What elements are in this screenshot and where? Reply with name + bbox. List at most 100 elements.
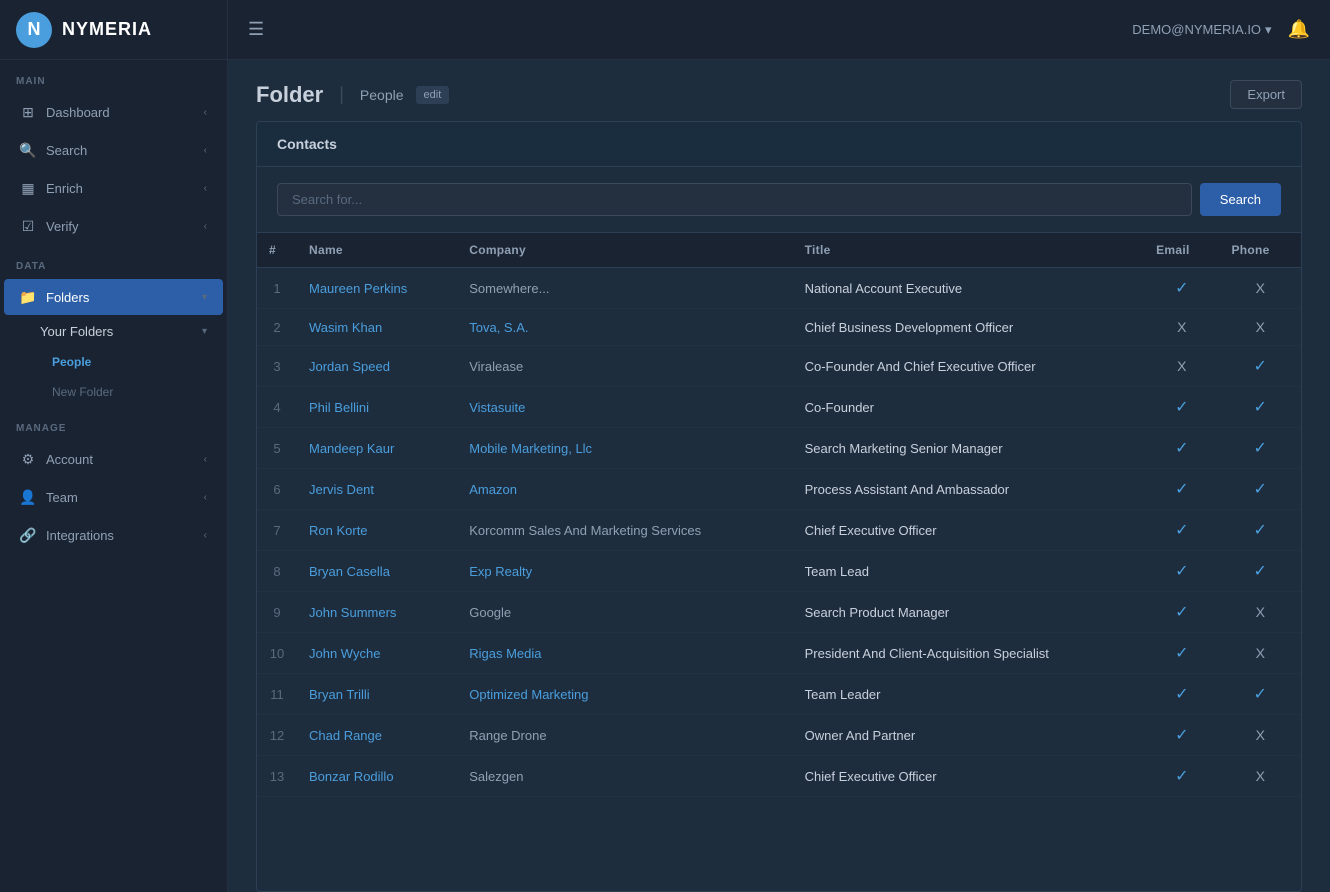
cell-num: 10 xyxy=(257,633,297,674)
person-link[interactable]: Maureen Perkins xyxy=(309,281,407,296)
sidebar-item-enrich[interactable]: ▦ Enrich ‹ xyxy=(4,170,223,206)
user-email-dropdown[interactable]: DEMO@NYMERIA.IO ▾ xyxy=(1132,22,1271,38)
company-link[interactable]: Amazon xyxy=(469,482,517,497)
sidebar-item-search[interactable]: 🔍 Search ‹ xyxy=(4,132,223,168)
sidebar-item-team[interactable]: 👤 Team ‹ xyxy=(4,479,223,515)
user-dropdown-arrow: ▾ xyxy=(1265,22,1272,38)
sidebar: N NYMERIA MAIN ⊞ Dashboard ‹ 🔍 Search ‹ … xyxy=(0,0,228,892)
cell-title: Owner And Partner xyxy=(793,715,1145,756)
search-row: Search xyxy=(257,167,1301,233)
contacts-table: # Name Company Title Email Phone 1 Mauree… xyxy=(257,233,1301,797)
search-input[interactable] xyxy=(277,183,1192,216)
person-link[interactable]: Mandeep Kaur xyxy=(309,441,394,456)
email-check-icon: ✓ xyxy=(1175,768,1188,785)
edit-button[interactable]: edit xyxy=(416,86,450,104)
cell-title: National Account Executive xyxy=(793,268,1145,309)
company-link[interactable]: Rigas Media xyxy=(469,646,541,661)
sidebar-item-integrations[interactable]: 🔗 Integrations ‹ xyxy=(4,517,223,553)
title-text: Chief Executive Officer xyxy=(805,523,937,538)
person-link[interactable]: Bryan Casella xyxy=(309,564,390,579)
sidebar-data-label: DATA xyxy=(0,245,227,278)
table-row: 9John SummersGoogleSearch Product Manage… xyxy=(257,592,1301,633)
contacts-panel: Contacts Search # Name Company Title Ema… xyxy=(256,121,1302,892)
person-link[interactable]: Jordan Speed xyxy=(309,359,390,374)
topbar: ☰ DEMO@NYMERIA.IO ▾ 🔔 xyxy=(228,0,1330,60)
phone-x-icon: X xyxy=(1256,319,1265,335)
email-check-icon: ✓ xyxy=(1175,604,1188,621)
cell-company: Viralease xyxy=(457,346,792,387)
cell-num: 13 xyxy=(257,756,297,797)
enrich-icon: ▦ xyxy=(20,180,36,196)
phone-check-icon: ✓ xyxy=(1254,522,1267,539)
cell-name: Mandeep Kaur xyxy=(297,428,457,469)
email-check-icon: ✓ xyxy=(1175,563,1188,580)
hamburger-menu-button[interactable]: ☰ xyxy=(248,19,264,40)
cell-phone: X xyxy=(1219,309,1301,346)
sidebar-label-search: Search xyxy=(46,143,87,158)
verify-icon: ☑ xyxy=(20,218,36,234)
sidebar-item-folders[interactable]: 📁 Folders ▾ xyxy=(4,279,223,315)
person-link[interactable]: Bryan Trilli xyxy=(309,687,370,702)
page-title: Folder xyxy=(256,82,323,108)
cell-email: X xyxy=(1144,346,1219,387)
cell-phone: ✓ xyxy=(1219,346,1301,387)
cell-num: 1 xyxy=(257,268,297,309)
sidebar-label-enrich: Enrich xyxy=(46,181,83,196)
company-link[interactable]: Vistasuite xyxy=(469,400,525,415)
integrations-icon: 🔗 xyxy=(20,527,36,543)
sidebar-item-your-folders[interactable]: Your Folders ▾ xyxy=(4,317,223,346)
cell-phone: ✓ xyxy=(1219,674,1301,715)
sidebar-item-account[interactable]: ⚙ Account ‹ xyxy=(4,441,223,477)
cell-title: Chief Executive Officer xyxy=(793,510,1145,551)
person-link[interactable]: Phil Bellini xyxy=(309,400,369,415)
company-link[interactable]: Exp Realty xyxy=(469,564,532,579)
account-chevron: ‹ xyxy=(204,454,207,465)
company-text: Google xyxy=(469,605,511,620)
user-email-text: DEMO@NYMERIA.IO xyxy=(1132,22,1261,37)
table-row: 13Bonzar RodilloSalezgenChief Executive … xyxy=(257,756,1301,797)
notification-bell-icon[interactable]: 🔔 xyxy=(1288,19,1310,40)
person-link[interactable]: Ron Korte xyxy=(309,523,368,538)
cell-name: Bonzar Rodillo xyxy=(297,756,457,797)
person-link[interactable]: Jervis Dent xyxy=(309,482,374,497)
table-row: 10John WycheRigas MediaPresident And Cli… xyxy=(257,633,1301,674)
person-link[interactable]: Chad Range xyxy=(309,728,382,743)
cell-phone: X xyxy=(1219,633,1301,674)
email-check-icon: ✓ xyxy=(1175,440,1188,457)
person-link[interactable]: John Wyche xyxy=(309,646,380,661)
verify-chevron: ‹ xyxy=(204,221,207,232)
person-link[interactable]: John Summers xyxy=(309,605,396,620)
table-header-row: # Name Company Title Email Phone xyxy=(257,233,1301,268)
company-link[interactable]: Mobile Marketing, Llc xyxy=(469,441,592,456)
export-button[interactable]: Export xyxy=(1230,80,1302,109)
cell-email: ✓ xyxy=(1144,633,1219,674)
title-text: Co-Founder xyxy=(805,400,874,415)
sidebar-label-people: People xyxy=(52,355,91,369)
sidebar-item-dashboard[interactable]: ⊞ Dashboard ‹ xyxy=(4,94,223,130)
cell-email: ✓ xyxy=(1144,387,1219,428)
email-check-icon: ✓ xyxy=(1175,481,1188,498)
title-text: Chief Business Development Officer xyxy=(805,320,1014,335)
main-content: ☰ DEMO@NYMERIA.IO ▾ 🔔 Folder | People ed… xyxy=(228,0,1330,892)
cell-title: Co-Founder And Chief Executive Officer xyxy=(793,346,1145,387)
table-row: 7Ron KorteKorcomm Sales And Marketing Se… xyxy=(257,510,1301,551)
col-num: # xyxy=(257,233,297,268)
cell-email: ✓ xyxy=(1144,469,1219,510)
phone-check-icon: ✓ xyxy=(1254,563,1267,580)
person-link[interactable]: Wasim Khan xyxy=(309,320,382,335)
sidebar-item-new-folder[interactable]: New Folder xyxy=(4,378,223,406)
sidebar-label-integrations: Integrations xyxy=(46,528,114,543)
sidebar-item-people[interactable]: People xyxy=(4,348,223,376)
cell-name: Maureen Perkins xyxy=(297,268,457,309)
cell-email: ✓ xyxy=(1144,756,1219,797)
sidebar-logo[interactable]: N NYMERIA xyxy=(0,0,227,60)
company-link[interactable]: Tova, S.A. xyxy=(469,320,528,335)
cell-num: 5 xyxy=(257,428,297,469)
email-x-icon: X xyxy=(1177,319,1186,335)
team-chevron: ‹ xyxy=(204,492,207,503)
search-button[interactable]: Search xyxy=(1200,183,1281,216)
sidebar-item-verify[interactable]: ☑ Verify ‹ xyxy=(4,208,223,244)
person-link[interactable]: Bonzar Rodillo xyxy=(309,769,394,784)
table-row: 8Bryan CasellaExp RealtyTeam Lead✓✓ xyxy=(257,551,1301,592)
company-link[interactable]: Optimized Marketing xyxy=(469,687,588,702)
